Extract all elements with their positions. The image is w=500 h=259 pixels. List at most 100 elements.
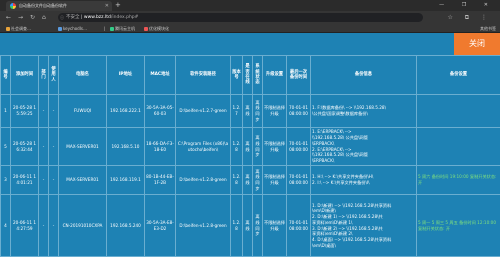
backup-info-line: \em\D\桌面\ (312, 242, 336, 248)
col-header-ip[interactable]: IP地址 (106, 55, 145, 95)
table-row[interactable]: 5 20-05-28 16:32:44 - - MAX-SERVER01 192… (0, 127, 500, 166)
bookmark-icon (58, 26, 62, 31)
bookmark-item[interactable]: 腾讯云主机 (110, 24, 135, 33)
cell-upgrade[interactable]: 不限制选择升级 (262, 194, 287, 257)
cell-backup-settings[interactable]: 5 周一 5 周三 5 周五 备份时间 12:10:00 复制开关状态: 开 (416, 194, 500, 257)
cell-mac: 30-5A-3A-05-60-03 (144, 94, 176, 128)
bookmark-item[interactable]: keychodIs… (58, 24, 87, 33)
col-header-last-backup[interactable]: 最后一次备份时间 (286, 55, 311, 95)
close-tab-icon[interactable]: ✕ (105, 1, 109, 11)
cell-pc: CN-20191010CXPA (58, 194, 107, 257)
cell-upgrade[interactable]: 不限制选择升级 (262, 127, 287, 166)
col-header-added[interactable]: 添加时间 (10, 55, 39, 95)
cell-added: 20-06-11 14:01:21 (10, 165, 39, 195)
cell-backup-settings[interactable] (416, 94, 500, 128)
col-header-version[interactable]: 版本号 (230, 55, 243, 95)
cell-version: 1.2.7 (230, 94, 243, 128)
col-header-online[interactable]: 是否在线 (242, 55, 253, 95)
bookmark-separator: | (104, 26, 106, 31)
home-icon[interactable]: ⌂ (42, 12, 46, 23)
cell-last-backup: 70-01-01 08:00:00 (286, 165, 311, 195)
bookmark-icon (6, 26, 10, 31)
col-header-status[interactable]: 系统状态 (252, 55, 263, 95)
cell-added: 20-05-28 16:32:44 (10, 127, 39, 166)
backup-info-line: \ERPBACK\ (312, 157, 335, 163)
other-bookmarks[interactable]: 其他书签 (480, 24, 496, 33)
cell-status: 离线同步 (252, 194, 263, 257)
url-path: /index.php# (110, 15, 139, 20)
cell-version: 1.2.8 (230, 165, 243, 195)
col-header-user[interactable]: 使用人 (48, 55, 59, 95)
cell-path: C:\Program Files (x86)\autocho\beifen\ (175, 127, 231, 166)
bookmark-item[interactable]: 社会调查… (6, 24, 31, 33)
url-input[interactable]: ⓘ 不安全 | www.bzz.ltd/index.php# (58, 13, 423, 22)
cell-last-backup: 70-01-01 08:00:00 (286, 94, 311, 128)
table-row[interactable]: 4 20-06-11 14:27:59 - - CN-20191010CXPA … (0, 194, 500, 257)
cell-pc: MAX-SERVER01 (58, 127, 107, 166)
cell-last-backup: 70-01-01 08:00:00 (286, 127, 311, 166)
cell-backup-info: 1. H:\ --> K:\共享文件夹备份\H\ 2. I:\ --> K:\共… (310, 165, 417, 195)
col-header-mac[interactable]: MAC地址 (144, 55, 176, 95)
col-header-id[interactable]: 编号 (0, 55, 11, 95)
favicon-icon (10, 3, 16, 9)
cell-dept: - (38, 194, 49, 257)
backup-copy-status: 复制开关状态: 开 (418, 225, 451, 231)
table-row[interactable]: 3 20-06-11 14:01:21 - - MAX-SERVER01 192… (0, 165, 500, 195)
device-table: 编号 添加时间 部门 使用人 电脑名 IP地址 MAC地址 软件安装路径 版本号… (0, 55, 500, 257)
browser-titlebar: 自动备份文件自动备份软件 ✕ + — ❐ ✕ (0, 0, 500, 11)
cell-upgrade[interactable]: 不限制选择升级 (262, 165, 287, 195)
cell-backup-info: 1. F:\数据库备份\ --> \\192.168.5.28\ \公共盘\国家… (310, 94, 417, 128)
cell-mac: 80-1B-44-EB-1F-2B (144, 165, 176, 195)
url-security-label: 不安全 (66, 15, 80, 20)
info-icon[interactable]: ⓘ (60, 13, 64, 22)
backup-schedule: 5 周六 备份时间 19:10:00 复制开关状态: 开 (418, 174, 497, 185)
cell-online: 离线 (242, 165, 253, 195)
col-header-path[interactable]: 软件安装路径 (175, 55, 231, 95)
cell-id: 1 (0, 94, 11, 128)
cell-user: - (48, 127, 59, 166)
cell-user: - (48, 165, 59, 195)
cell-path: D:\beifen-v1.2.7-green (175, 94, 231, 128)
device-table-container: 编号 添加时间 部门 使用人 电脑名 IP地址 MAC地址 软件安装路径 版本号… (0, 55, 500, 259)
cell-added: 20-05-28 15:59:25 (10, 94, 39, 128)
cell-user: - (48, 94, 59, 128)
cell-dept: - (38, 94, 49, 128)
cell-backup-settings[interactable] (416, 127, 500, 166)
bookmark-icon (110, 26, 114, 31)
browser-tab[interactable]: 自动备份文件自动备份软件 ✕ (6, 1, 112, 11)
cell-status: 离线同步 (252, 94, 263, 128)
reload-icon[interactable]: ↻ (30, 12, 35, 23)
cell-pc: MAX-SERVER01 (58, 165, 107, 195)
backup-info-line: \公共盘\国家调整\数据库备份\ (312, 111, 368, 116)
cell-status: 离线同步 (252, 127, 263, 166)
col-header-dept[interactable]: 部门 (38, 55, 49, 95)
address-bar: ← → ↻ ⌂ ⓘ 不安全 | www.bzz.ltd/index.php# ☆… (0, 11, 500, 24)
table-row[interactable]: 1 20-05-28 15:59:25 - - FUWUQI 192.168.2… (0, 94, 500, 128)
bookmark-item[interactable]: 优化模块化 (144, 24, 169, 33)
col-header-upgrade[interactable]: 升级设置 (262, 55, 287, 95)
col-header-backup-info[interactable]: 备份信息 (310, 55, 417, 95)
window-controls[interactable]: — ❐ ✕ (439, 0, 496, 11)
cell-id: 3 (0, 165, 11, 195)
cell-upgrade[interactable]: 不限制选择升级 (262, 94, 287, 128)
new-tab-button[interactable]: + (115, 0, 121, 11)
cell-last-backup: 70-01-01 08:00:00 (286, 194, 311, 257)
back-icon[interactable]: ← (6, 12, 11, 23)
cell-ip: 192.168.5.240 (106, 194, 145, 257)
col-header-backup-settings[interactable]: 备份设置 (416, 55, 500, 95)
cell-dept: - (38, 165, 49, 195)
toolbar-icons[interactable]: ☆ ⧉ ⋮ (448, 12, 492, 23)
bookmarks-bar: 社会调查… keychodIs… | 腾讯云主机 优化模块化 其他书签 (0, 24, 500, 33)
cell-id: 5 (0, 127, 11, 166)
cell-online: 离线 (242, 94, 253, 128)
backup-schedule: 5 周一 5 周三 5 周五 备份时间 12:10:00 (418, 219, 496, 225)
forward-icon[interactable]: → (18, 12, 23, 23)
page-header: 关闭 (0, 33, 500, 55)
cell-backup-settings[interactable]: 5 周六 备份时间 19:10:00 复制开关状态: 开 (416, 165, 500, 195)
cell-user: - (48, 194, 59, 257)
cell-path: D:\beifen-v1.2.8-green (175, 165, 231, 195)
cell-ip: 192.168.5.10 (106, 127, 145, 166)
close-button[interactable]: 关闭 (454, 33, 500, 55)
col-header-pc[interactable]: 电脑名 (58, 55, 107, 95)
cell-version: 1.2.8 (230, 127, 243, 166)
